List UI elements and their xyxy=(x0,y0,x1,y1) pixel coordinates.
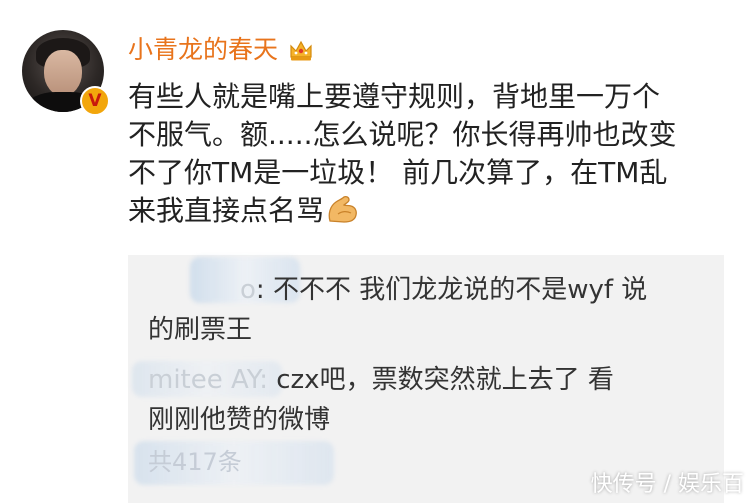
reply-author[interactable]: o xyxy=(148,275,256,305)
post-line: 不了你TM是一垃圾！ 前几次算了，在TM乱 xyxy=(128,156,668,189)
username-link[interactable]: 小青龙的春天 xyxy=(128,34,278,66)
reply-author[interactable]: mitee AY: xyxy=(148,365,268,395)
reply-item[interactable]: mitee AY: czx吧，票数突然就上去了 看 xyxy=(148,361,614,399)
reply-section: o: 不不不 我们龙龙说的不是wyf 说 的刷票王 mitee AY: czx吧… xyxy=(128,255,724,503)
post-body: 有些人就是嘴上要遵守规则，背地里一万个 不服气。额.....怎么说呢？你长得再帅… xyxy=(128,78,728,230)
reply-text: czx吧，票数突然就上去了 看 xyxy=(267,365,614,395)
avatar-face xyxy=(44,50,82,96)
post-header: 小青龙的春天 xyxy=(128,32,316,68)
crown-icon xyxy=(287,36,316,64)
post-line: 来我直接点名骂 xyxy=(128,192,728,230)
reply-continuation: 刚刚他赞的微博 xyxy=(148,405,331,435)
post-line: 有些人就是嘴上要遵守规则，背地里一万个 xyxy=(128,80,661,113)
reply-item[interactable]: o: 不不不 我们龙龙说的不是wyf 说 xyxy=(148,271,647,309)
reply-text: : 不不不 我们龙龙说的不是wyf 说 xyxy=(255,275,648,305)
verified-badge-icon: V xyxy=(80,86,110,116)
reply-continuation: 的刷票王 xyxy=(148,315,253,345)
watermark: 快传号 / 娱乐百 xyxy=(590,472,744,497)
post-line-text: 来我直接点名骂 xyxy=(128,194,325,227)
post-line: 不服气。额.....怎么说呢？你长得再帅也改变 xyxy=(128,118,677,151)
flexed-arm-icon xyxy=(328,195,357,223)
more-replies-link[interactable]: 共417条 xyxy=(148,447,242,477)
